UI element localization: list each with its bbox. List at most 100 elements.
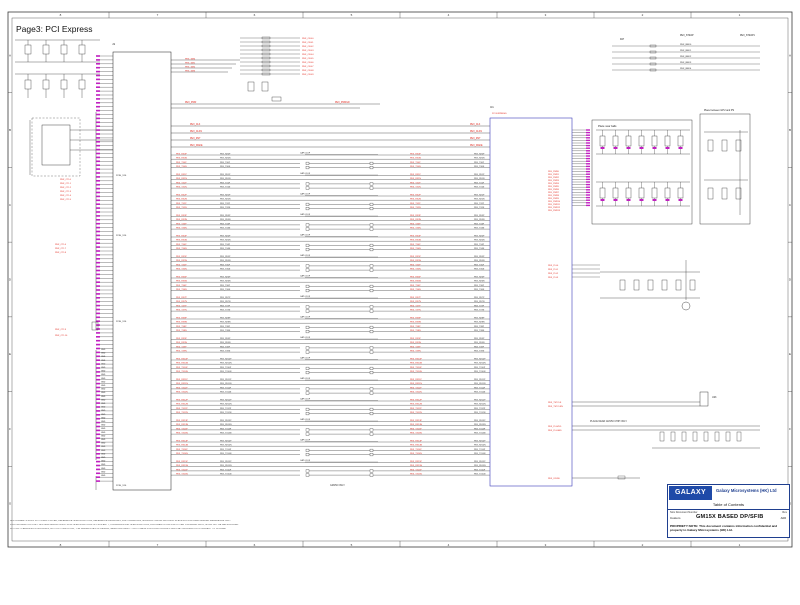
net-label: PEX_TX5P <box>220 264 231 266</box>
board-name: GM15X BASED DP/SFIB <box>696 514 764 520</box>
coupling-capacitor <box>305 227 310 231</box>
net-label: PEX_STRAP <box>680 34 694 37</box>
net-label: PEX_TX10P <box>474 367 486 369</box>
net-label: PEX_SM3 <box>185 70 196 72</box>
net-label: PEX_CLK <box>190 124 201 126</box>
net-label: PEX_RX4N <box>474 240 485 242</box>
net-label: PEX_RST <box>470 138 481 140</box>
net-label: PEX_RX7P <box>176 297 187 299</box>
decoupling-bank-outline <box>699 113 751 225</box>
capacitor <box>633 279 640 291</box>
component-value: CAP 0.1UF <box>300 459 311 462</box>
net-label: PEX_RX5N <box>410 260 421 262</box>
net-label: PEX_TX8P <box>410 326 421 328</box>
pin-marker <box>586 155 590 157</box>
net-label: PEX_RX10P <box>220 358 232 360</box>
net-label: PEX_RX10N <box>176 363 189 365</box>
net-label: PEX_TX5N <box>474 269 485 271</box>
net-label: PEX_TX8N <box>176 330 187 332</box>
net-label: PEX_RX11N <box>176 383 188 385</box>
pin-marker <box>96 336 100 338</box>
coupling-capacitor <box>369 309 374 313</box>
net-label: PEX_TX12P <box>220 408 232 410</box>
net-label: PEX_PWR10 <box>548 201 561 203</box>
net-label: PEX_RX9N <box>410 342 421 344</box>
net-label: PEX_RX15P <box>410 461 423 463</box>
net-label: PEX_RX15N <box>410 465 423 467</box>
capacitor <box>692 431 698 442</box>
pin-marker <box>96 480 100 482</box>
net-label: PEX_TX7P <box>474 305 485 307</box>
net-label: PEX_RX0P <box>220 153 231 155</box>
pin-marker <box>586 165 590 168</box>
net-label: PEX_RX3P <box>474 215 485 217</box>
net-label: PEX_CLKN <box>190 131 202 133</box>
net-label: GND <box>101 349 106 351</box>
capacitor <box>24 79 32 90</box>
net-label: PEX_TX15P <box>410 469 422 471</box>
net-label: PEX_RX1N <box>474 178 485 180</box>
coupling-capacitor <box>305 166 310 170</box>
coupling-capacitor <box>305 473 310 477</box>
pin-marker <box>96 148 100 151</box>
net-label: PEX_TX15N <box>176 474 188 476</box>
doc-number-label: Size Document Number <box>670 511 698 514</box>
net-label: PEX_RX2P <box>220 194 231 196</box>
net-label: PEX_TX6N <box>410 289 421 291</box>
net-label: PEX_TX4P <box>410 244 421 246</box>
net-label: GND <box>101 439 106 441</box>
net-label: PEX_TX15N <box>220 474 232 476</box>
pin-marker <box>96 386 100 389</box>
pin-marker <box>586 129 590 131</box>
net-label: PEX_TX1N <box>410 187 421 189</box>
capacitor <box>78 44 86 55</box>
coupling-capacitor <box>369 284 374 288</box>
component-layer: J1 U1 PCI EXPRESS Place near balls Place bet… <box>24 36 751 491</box>
pin-marker <box>96 238 100 241</box>
capacitor <box>625 135 632 147</box>
net-label: PEX_TX9P <box>410 346 421 348</box>
pin-marker <box>96 269 100 272</box>
net-label: PEX_TX13P <box>410 428 422 430</box>
net-label: PEX_CTL9 <box>55 329 67 331</box>
net-label: PEX_RX9N <box>474 342 485 344</box>
pin-marker <box>96 211 100 213</box>
capacitor <box>735 139 742 152</box>
net-label: PEX_RX2N <box>410 199 421 201</box>
capacitor <box>638 135 645 147</box>
capacitor <box>677 135 684 147</box>
net-label: PEX_PWR1 <box>548 174 560 176</box>
pin-marker <box>639 147 644 149</box>
pin-marker <box>586 173 590 175</box>
net-label: PEX_CFG4 <box>302 54 314 56</box>
pin-marker <box>586 199 590 201</box>
net-label: PEX_RX15P <box>474 461 486 463</box>
pin-marker <box>96 133 100 135</box>
coupling-capacitor <box>305 309 310 313</box>
net-label: PEX_RX13N <box>176 424 189 426</box>
net-label: PEX_TX13N <box>410 433 422 435</box>
column-marker: 5 <box>351 13 353 17</box>
net-label: PEX_TX14N <box>410 453 422 455</box>
net-label: PEX_TX11P <box>220 387 232 389</box>
row-marker: B <box>789 128 791 132</box>
net-label: PEX_TX3P <box>474 223 485 225</box>
net-label: PEX_RX14N <box>410 445 423 447</box>
net-label: PEX_TX4P <box>474 244 485 246</box>
column-marker: 2 <box>642 543 644 547</box>
pin-marker <box>96 289 100 291</box>
net-label: PEX_RX14N <box>474 445 486 447</box>
pin-marker <box>96 66 100 69</box>
net-label: PEX_RX14P <box>474 440 486 442</box>
net-label: PEX_RX8N <box>220 322 231 324</box>
net-label: PEX_TX11P <box>410 387 422 389</box>
pin-marker <box>586 178 590 181</box>
pin-marker <box>96 59 100 61</box>
capacitor <box>725 431 731 442</box>
net-label: PEX_TX15N <box>474 474 486 476</box>
decoupling-bank-outline <box>591 119 693 225</box>
pin-marker <box>586 147 590 149</box>
net-label: PEX_CTL10 <box>55 335 68 337</box>
pin-marker <box>96 293 100 295</box>
net-label: GND <box>101 353 106 355</box>
